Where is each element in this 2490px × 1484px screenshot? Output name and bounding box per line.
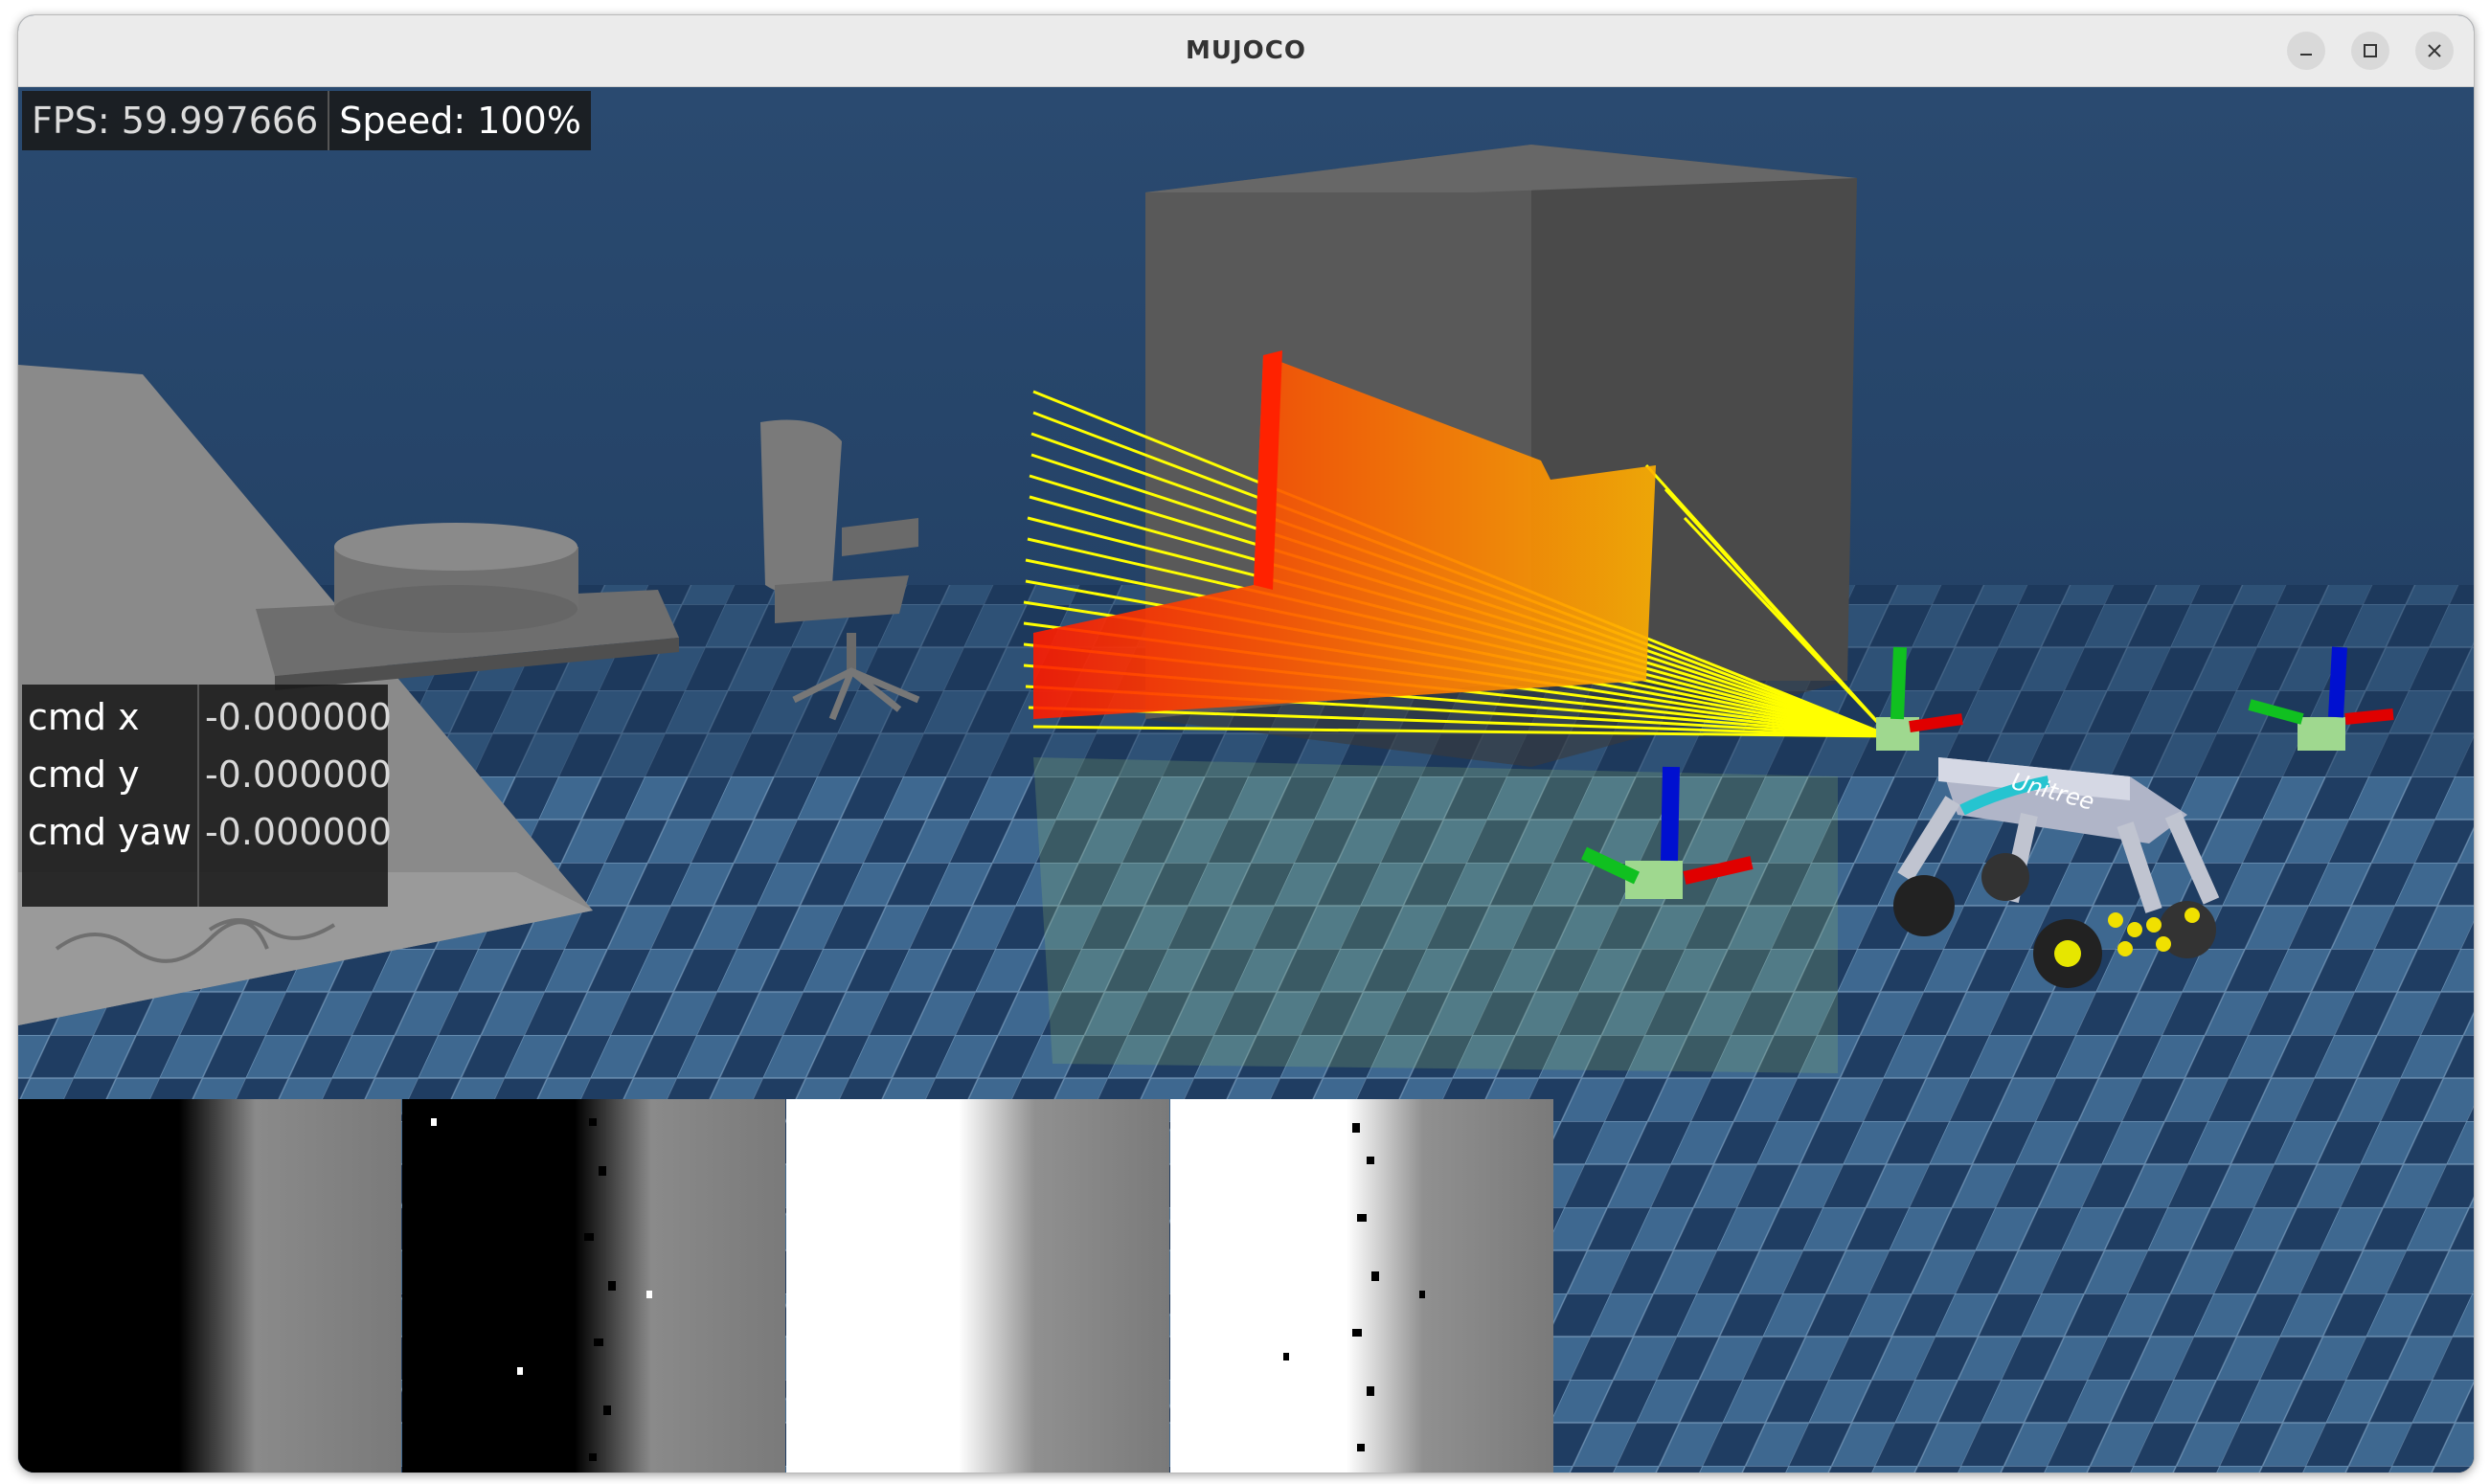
- depth-camera-4: [1170, 1099, 1553, 1473]
- fps-speed-panel: FPS: 59.997666 Speed: 100%: [22, 91, 591, 150]
- command-values: -0.000000 -0.000000 -0.000000: [196, 685, 397, 907]
- depth-camera-3: [786, 1099, 1169, 1473]
- close-button[interactable]: [2415, 32, 2454, 70]
- fps-readout: FPS: 59.997666: [32, 100, 319, 142]
- app-window: MUJOCO Unitree FPS: 59.997666 Speed: 100…: [17, 14, 2475, 1473]
- minimize-icon: [2300, 54, 2312, 56]
- simulation-viewport[interactable]: Unitree FPS: 59.997666 Speed: 100% cmd x…: [18, 87, 2474, 1473]
- maximize-button[interactable]: [2351, 32, 2389, 70]
- maximize-icon: [2364, 44, 2377, 57]
- close-icon: [2428, 44, 2441, 57]
- depth-camera-2: [402, 1099, 785, 1473]
- title-bar[interactable]: MUJOCO: [18, 15, 2474, 87]
- window-title: MUJOCO: [1186, 36, 1306, 65]
- cmd-yaw-value: -0.000000: [204, 811, 392, 853]
- minimize-button[interactable]: [2287, 32, 2325, 70]
- cmd-yaw-label: cmd yaw: [28, 811, 192, 853]
- depth-camera-1: [18, 1099, 401, 1473]
- depth-camera-strip: [18, 1099, 1553, 1473]
- cmd-x-value: -0.000000: [204, 696, 392, 738]
- cmd-x-label: cmd x: [28, 696, 140, 738]
- floor-reflection: [1033, 757, 1838, 1073]
- command-labels: cmd x cmd y cmd yaw: [22, 685, 197, 907]
- command-panel: cmd x cmd y cmd yaw -0.000000 -0.000000 …: [22, 685, 392, 907]
- cmd-y-value: -0.000000: [204, 753, 392, 796]
- cmd-y-label: cmd y: [28, 753, 140, 796]
- speed-readout: Speed: 100%: [328, 91, 591, 150]
